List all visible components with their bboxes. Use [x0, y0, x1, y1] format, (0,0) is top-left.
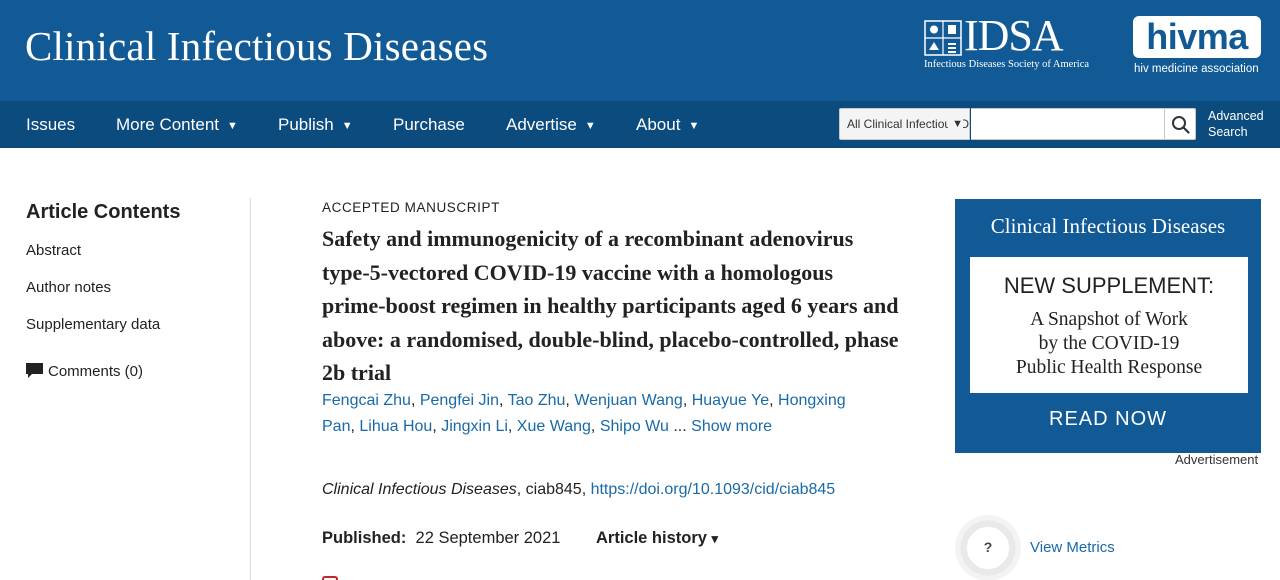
ad-card: NEW SUPPLEMENT: A Snapshot of Work by th… — [970, 257, 1248, 393]
ad-body: A Snapshot of Work by the COVID-19 Publi… — [970, 308, 1248, 380]
chevron-down-icon: ▼ — [584, 120, 596, 132]
ad-body-line: A Snapshot of Work — [1030, 309, 1188, 330]
search-scope-select[interactable]: All Clinical Infectious Diseases ▼ — [839, 108, 970, 140]
author-link[interactable]: Xue Wang — [517, 418, 591, 435]
article-history-toggle[interactable]: Article history ▾ — [596, 529, 718, 548]
author-link[interactable]: Pengfei Jin — [420, 392, 499, 409]
hivma-subtitle: hiv medicine association — [1134, 63, 1259, 75]
journal-title[interactable]: Clinical Infectious Diseases — [25, 22, 488, 70]
idsa-logo[interactable]: IDSA Infectious Diseases Society of Amer… — [924, 14, 1114, 72]
published-date: 22 September 2021 — [415, 529, 561, 547]
metric-badge-text: ? — [983, 539, 993, 555]
citation-id: , ciab845, — [516, 481, 591, 498]
article-contents-heading: Article Contents — [26, 201, 181, 223]
advertisement-label: Advertisement — [1175, 452, 1259, 467]
advanced-search-link[interactable]: Advanced Search — [1208, 108, 1278, 140]
idsa-emblem-icon — [924, 20, 962, 56]
nav-publish-label: Publish — [278, 115, 334, 134]
ad-body-line: Public Health Response — [1015, 357, 1203, 378]
toc-link-abstract[interactable]: Abstract — [26, 242, 81, 259]
author-link[interactable]: Wenjuan Wang — [574, 392, 683, 409]
nav-issues-label: Issues — [26, 115, 76, 134]
chevron-down-icon: ▼ — [688, 120, 700, 132]
nav-more-content[interactable]: More Content ▼ — [116, 101, 238, 148]
nav-issues[interactable]: Issues — [26, 101, 75, 148]
published-row: Published: 22 September 2021 — [322, 529, 560, 548]
toc-link-supplementary-data[interactable]: Supplementary data — [26, 316, 160, 333]
advanced-search-line2: Search — [1208, 125, 1248, 139]
search-input[interactable] — [971, 108, 1165, 140]
nav-purchase-label: Purchase — [393, 115, 465, 134]
ad-title: Clinical Infectious Diseases — [990, 214, 1226, 238]
article-title: Safety and immunogenicity of a recombina… — [322, 226, 899, 385]
comments-link[interactable]: Comments (0) — [26, 363, 143, 380]
nav-publish[interactable]: Publish ▼ — [278, 101, 353, 148]
author-link[interactable]: Jingxin Li — [441, 418, 508, 435]
idsa-subtitle: Infectious Diseases Society of America — [924, 59, 1090, 70]
masthead: Clinical Infectious Diseases IDSA Infect… — [0, 0, 1280, 101]
advanced-search-line1: Advanced — [1208, 109, 1264, 123]
chevron-down-icon: ▼ — [227, 120, 238, 132]
speech-bubble-icon — [26, 363, 43, 378]
altmetric-badge[interactable]: ? — [955, 515, 1021, 580]
nav-more-content-label: More Content — [116, 115, 219, 134]
author-link[interactable]: Tao Zhu — [508, 392, 566, 409]
author-link[interactable]: Lihua Hou — [359, 418, 432, 435]
ad-body-line: by the COVID-19 — [1038, 333, 1180, 354]
chevron-down-icon: ▼ — [341, 120, 353, 132]
author-link[interactable]: Fengcai Zhu — [322, 392, 411, 409]
citation-journal: Clinical Infectious Diseases — [322, 481, 517, 498]
nav-advertise-label: Advertise — [506, 115, 577, 134]
pdf-icon[interactable] — [322, 576, 338, 580]
nav-about[interactable]: About ▼ — [636, 101, 699, 148]
column-divider — [250, 198, 251, 580]
author-link[interactable]: Huayue Ye — [692, 392, 769, 409]
author-list: Fengcai Zhu, Pengfei Jin, Tao Zhu, Wenju… — [322, 392, 846, 435]
advertisement-banner[interactable]: Clinical Infectious Diseases NEW SUPPLEM… — [955, 199, 1261, 453]
search-icon — [1172, 116, 1190, 134]
nav-advertise[interactable]: Advertise ▼ — [506, 101, 596, 148]
citation: Clinical Infectious Diseases, ciab845, h… — [322, 477, 877, 503]
author-link[interactable]: Shipo Wu — [600, 418, 669, 435]
view-metrics-link[interactable]: View Metrics — [1030, 539, 1115, 556]
nav-purchase[interactable]: Purchase — [393, 101, 465, 148]
ad-headline: NEW SUPPLEMENT: — [1003, 273, 1215, 298]
doi-link[interactable]: https://doi.org/10.1093/cid/ciab845 — [591, 481, 836, 498]
nav-about-label: About — [636, 115, 681, 134]
article-type-label: ACCEPTED MANUSCRIPT — [322, 200, 500, 215]
chevron-down-icon: ▾ — [711, 531, 719, 546]
article-history-label: Article history — [596, 529, 707, 547]
hivma-logo[interactable]: hivma hiv medicine association — [1133, 16, 1261, 76]
ad-read-now-button[interactable]: READ NOW — [955, 408, 1261, 431]
show-more-authors-link[interactable]: Show more — [691, 418, 772, 435]
authors-ellipsis: ... — [673, 418, 687, 435]
search-button[interactable] — [1165, 108, 1196, 140]
published-label: Published: — [322, 529, 407, 547]
comments-label: Comments (0) — [48, 363, 144, 380]
toc-link-author-notes[interactable]: Author notes — [26, 279, 111, 296]
idsa-wordmark: IDSA — [964, 11, 1064, 60]
hivma-wordmark: hivma — [1133, 16, 1261, 58]
chevron-down-icon: ▼ — [948, 109, 963, 139]
